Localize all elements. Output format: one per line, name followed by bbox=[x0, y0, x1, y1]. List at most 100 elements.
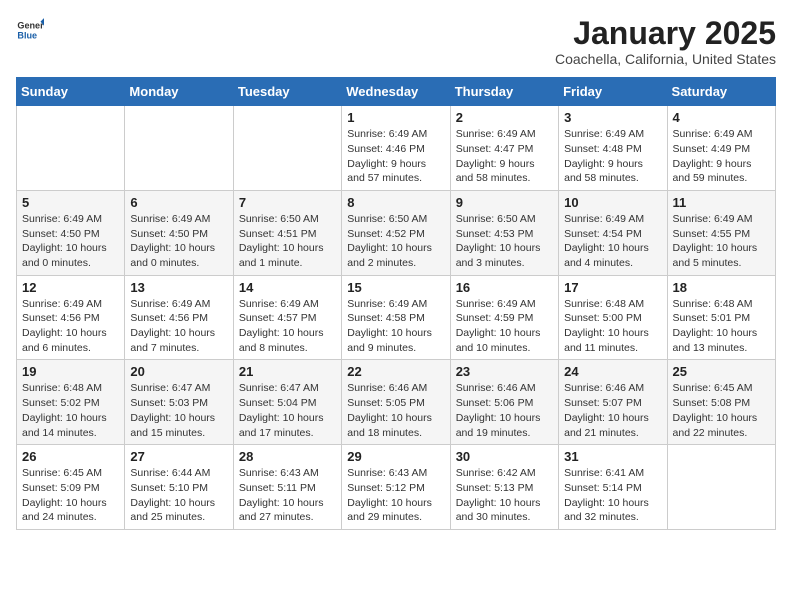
day-info: Sunrise: 6:49 AMSunset: 4:47 PMDaylight:… bbox=[456, 127, 553, 186]
day-number: 10 bbox=[564, 195, 661, 210]
day-info: Sunrise: 6:45 AMSunset: 5:09 PMDaylight:… bbox=[22, 466, 119, 525]
logo: General Blue bbox=[16, 16, 46, 44]
calendar-day-cell: 8Sunrise: 6:50 AMSunset: 4:52 PMDaylight… bbox=[342, 190, 450, 275]
sunset-text: Sunset: 4:57 PM bbox=[239, 312, 317, 324]
day-info: Sunrise: 6:49 AMSunset: 4:50 PMDaylight:… bbox=[22, 212, 119, 271]
calendar-day-cell: 11Sunrise: 6:49 AMSunset: 4:55 PMDayligh… bbox=[667, 190, 775, 275]
day-number: 18 bbox=[673, 280, 770, 295]
sunset-text: Sunset: 4:50 PM bbox=[22, 228, 100, 240]
day-info: Sunrise: 6:47 AMSunset: 5:03 PMDaylight:… bbox=[130, 381, 227, 440]
calendar-day-cell: 16Sunrise: 6:49 AMSunset: 4:59 PMDayligh… bbox=[450, 275, 558, 360]
sunset-text: Sunset: 5:14 PM bbox=[564, 482, 642, 494]
daylight-text: Daylight: 10 hours and 7 minutes. bbox=[130, 327, 215, 354]
daylight-text: Daylight: 10 hours and 3 minutes. bbox=[456, 242, 541, 269]
calendar-week-row: 12 Sunrise: 6:49 AM Sunset: 4:56 PM Dayligh… bbox=[17, 275, 776, 360]
sunset-text: Sunset: 5:03 PM bbox=[130, 397, 208, 409]
daylight-text: Daylight: 10 hours and 9 minutes. bbox=[347, 327, 432, 354]
calendar-day-cell: 23Sunrise: 6:46 AMSunset: 5:06 PMDayligh… bbox=[450, 360, 558, 445]
day-info: Sunrise: 6:41 AMSunset: 5:14 PMDaylight:… bbox=[564, 466, 661, 525]
calendar-day-cell: 10 Sunrise: 6:49 AMSunset: 4:54 PMDayligh… bbox=[559, 190, 667, 275]
calendar-day-cell: 25Sunrise: 6:45 AMSunset: 5:08 PMDayligh… bbox=[667, 360, 775, 445]
sunrise-text: Sunrise: 6:50 AM bbox=[239, 213, 319, 225]
calendar-day-cell: 6Sunrise: 6:49 AMSunset: 4:50 PMDaylight… bbox=[125, 190, 233, 275]
sunrise-text: Sunrise: 6:46 AM bbox=[347, 382, 427, 394]
day-number: 26 bbox=[22, 449, 119, 464]
sunrise-text: Sunrise: 6:49 AM bbox=[456, 298, 536, 310]
sunset-text: Sunset: 4:47 PM bbox=[456, 143, 534, 155]
daylight-text: Daylight: 10 hours and 17 minutes. bbox=[239, 412, 324, 439]
day-number: 22 bbox=[347, 364, 444, 379]
page-header: General Blue January 2025 Coachella, Cal… bbox=[16, 16, 776, 67]
calendar-day-cell: 18Sunrise: 6:48 AMSunset: 5:01 PMDayligh… bbox=[667, 275, 775, 360]
daylight-text: Daylight: 10 hours and 4 minutes. bbox=[564, 242, 649, 269]
daylight-text: Daylight: 10 hours and 5 minutes. bbox=[673, 242, 758, 269]
calendar-day-cell bbox=[125, 106, 233, 191]
calendar-day-cell: 21Sunrise: 6:47 AMSunset: 5:04 PMDayligh… bbox=[233, 360, 341, 445]
calendar-day-cell: 22Sunrise: 6:46 AMSunset: 5:05 PMDayligh… bbox=[342, 360, 450, 445]
sunset-text: Sunset: 4:55 PM bbox=[673, 228, 751, 240]
sunrise-text: Sunrise: 6:49 AM bbox=[347, 298, 427, 310]
calendar-week-row: 26 Sunrise: 6:45 AMSunset: 5:09 PMDayligh… bbox=[17, 445, 776, 530]
logo-icon: General Blue bbox=[16, 16, 44, 44]
sunset-text: Sunset: 5:05 PM bbox=[347, 397, 425, 409]
daylight-text: Daylight: 10 hours and 13 minutes. bbox=[673, 327, 758, 354]
calendar-day-cell: 27 Sunrise: 6:44 AMSunset: 5:10 PMDayligh… bbox=[125, 445, 233, 530]
day-info: Sunrise: 6:49 AMSunset: 4:49 PMDaylight:… bbox=[673, 127, 770, 186]
daylight-text: Daylight: 9 hours and 59 minutes. bbox=[673, 158, 752, 185]
day-info: Sunrise: 6:49 AM Sunset: 4:58 PM Daylight:… bbox=[347, 297, 444, 356]
day-number: 14 bbox=[239, 280, 336, 295]
sunrise-text: Sunrise: 6:49 AM bbox=[564, 213, 644, 225]
day-number: 27 bbox=[130, 449, 227, 464]
day-number: 24 bbox=[564, 364, 661, 379]
daylight-text: Daylight: 9 hours and 58 minutes. bbox=[564, 158, 643, 185]
sunrise-text: Sunrise: 6:48 AM bbox=[564, 298, 644, 310]
sunset-text: Sunset: 5:06 PM bbox=[456, 397, 534, 409]
sunrise-text: Sunrise: 6:45 AM bbox=[673, 382, 753, 394]
header-saturday: Saturday bbox=[667, 78, 775, 106]
sunset-text: Sunset: 5:00 PM bbox=[564, 312, 642, 324]
calendar-table: Sunday Monday Tuesday Wednesday Thursday… bbox=[16, 77, 776, 530]
daylight-text: Daylight: 10 hours and 32 minutes. bbox=[564, 497, 649, 524]
day-number: 12 bbox=[22, 280, 119, 295]
calendar-day-cell: 3Sunrise: 6:49 AMSunset: 4:48 PMDaylight… bbox=[559, 106, 667, 191]
day-info: Sunrise: 6:44 AMSunset: 5:10 PMDaylight:… bbox=[130, 466, 227, 525]
day-info: Sunrise: 6:49 AMSunset: 4:54 PMDaylight:… bbox=[564, 212, 661, 271]
day-number: 20 bbox=[130, 364, 227, 379]
calendar-day-cell: 2Sunrise: 6:49 AMSunset: 4:47 PMDaylight… bbox=[450, 106, 558, 191]
calendar-week-row: 19Sunrise: 6:48 AMSunset: 5:02 PMDayligh… bbox=[17, 360, 776, 445]
sunrise-text: Sunrise: 6:47 AM bbox=[130, 382, 210, 394]
day-number: 5 bbox=[22, 195, 119, 210]
daylight-text: Daylight: 10 hours and 25 minutes. bbox=[130, 497, 215, 524]
sunset-text: Sunset: 4:58 PM bbox=[347, 312, 425, 324]
header-thursday: Thursday bbox=[450, 78, 558, 106]
day-number: 16 bbox=[456, 280, 553, 295]
daylight-text: Daylight: 10 hours and 22 minutes. bbox=[673, 412, 758, 439]
day-number: 30 bbox=[456, 449, 553, 464]
daylight-text: Daylight: 10 hours and 6 minutes. bbox=[22, 327, 107, 354]
daylight-text: Daylight: 10 hours and 27 minutes. bbox=[239, 497, 324, 524]
sunrise-text: Sunrise: 6:49 AM bbox=[130, 298, 210, 310]
day-info: Sunrise: 6:50 AMSunset: 4:53 PMDaylight:… bbox=[456, 212, 553, 271]
day-number: 15 bbox=[347, 280, 444, 295]
sunrise-text: Sunrise: 6:48 AM bbox=[673, 298, 753, 310]
sunrise-text: Sunrise: 6:46 AM bbox=[456, 382, 536, 394]
day-number: 19 bbox=[22, 364, 119, 379]
sunrise-text: Sunrise: 6:44 AM bbox=[130, 467, 210, 479]
sunrise-text: Sunrise: 6:49 AM bbox=[456, 128, 536, 140]
weekday-header-row: Sunday Monday Tuesday Wednesday Thursday… bbox=[17, 78, 776, 106]
sunset-text: Sunset: 5:11 PM bbox=[239, 482, 316, 494]
sunset-text: Sunset: 4:56 PM bbox=[22, 312, 100, 324]
calendar-day-cell bbox=[17, 106, 125, 191]
day-number: 8 bbox=[347, 195, 444, 210]
daylight-text: Daylight: 10 hours and 19 minutes. bbox=[456, 412, 541, 439]
month-title: January 2025 bbox=[555, 16, 776, 51]
day-number: 13 bbox=[130, 280, 227, 295]
calendar-day-cell: 24Sunrise: 6:46 AMSunset: 5:07 PMDayligh… bbox=[559, 360, 667, 445]
day-info: Sunrise: 6:50 AMSunset: 4:51 PMDaylight:… bbox=[239, 212, 336, 271]
sunset-text: Sunset: 4:53 PM bbox=[456, 228, 534, 240]
calendar-day-cell: 28Sunrise: 6:43 AMSunset: 5:11 PMDayligh… bbox=[233, 445, 341, 530]
sunset-text: Sunset: 5:12 PM bbox=[347, 482, 425, 494]
sunrise-text: Sunrise: 6:49 AM bbox=[564, 128, 644, 140]
day-info: Sunrise: 6:43 AMSunset: 5:12 PMDaylight:… bbox=[347, 466, 444, 525]
title-area: January 2025 Coachella, California, Unit… bbox=[555, 16, 776, 67]
